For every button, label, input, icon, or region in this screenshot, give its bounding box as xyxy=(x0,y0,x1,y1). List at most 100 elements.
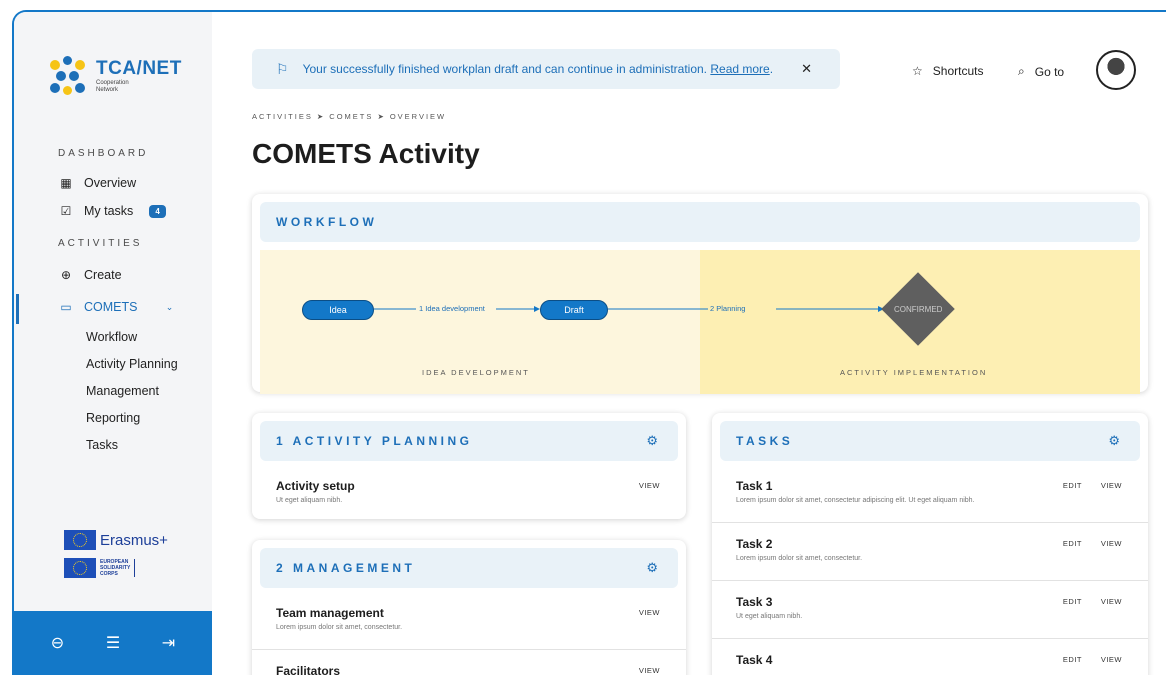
notice-period: . xyxy=(769,62,774,76)
goto-button[interactable]: ⌕ Go to xyxy=(1018,64,1064,79)
sidebar-item-overview[interactable]: ▦ Overview xyxy=(58,176,136,190)
edit-button[interactable]: EDIT xyxy=(1063,539,1082,548)
gear-icon[interactable]: ⚙ xyxy=(646,433,658,449)
success-notice: ⚐ Your successfully finished workplan dr… xyxy=(252,49,840,89)
plus-circle-icon: ⊕ xyxy=(60,268,72,282)
activity-planning-card: 1 ACTIVITY PLANNING ⚙ Activity setup Ut … xyxy=(252,413,686,519)
activity-planning-title: 1 ACTIVITY PLANNING xyxy=(276,434,473,448)
sidebar-subitem-workflow[interactable]: Workflow xyxy=(86,330,137,344)
management-header: 2 MANAGEMENT ⚙ xyxy=(260,548,678,588)
sidebar-subitem-activity-planning[interactable]: Activity Planning xyxy=(86,357,178,371)
row-desc: Ut eget aliquam nibh. xyxy=(736,613,803,620)
sidebar-item-comets[interactable]: ▭ COMETS ⌄ xyxy=(58,300,177,314)
shortcuts-button[interactable]: ☆ Shortcuts xyxy=(912,64,983,78)
app-frame: TCA/NET Cooperation Network DASHBOARD ▦ … xyxy=(12,10,1166,675)
row-title: Task 1 xyxy=(736,479,773,493)
eu-flag-icon xyxy=(64,530,96,550)
sidebar-footer: ⊖ ☰ ⇥ xyxy=(14,611,212,675)
page-title: COMETS Activity xyxy=(252,138,480,169)
sidebar-subitem-management[interactable]: Management xyxy=(86,384,159,398)
row-title: Task 3 xyxy=(736,595,773,609)
erasmus-label: Erasmus+ xyxy=(100,531,168,549)
edge-label-planning: 2 Planning xyxy=(710,304,746,313)
row-desc: Lorem ipsum dolor sit amet, consectetur … xyxy=(736,497,975,504)
logo-icon xyxy=(48,56,88,96)
close-icon[interactable]: ✕ xyxy=(801,61,812,77)
table-row: Task 3 Ut eget aliquam nibh. EDIT VIEW xyxy=(712,581,1148,639)
brand-subtitle-1: Cooperation xyxy=(96,80,129,86)
star-icon: ☆ xyxy=(912,64,923,78)
list-item: Activity setup Ut eget aliquam nibh. VIE… xyxy=(252,465,686,523)
back-icon[interactable]: ⊖ xyxy=(51,633,64,653)
esc-line-3: CORPS xyxy=(100,571,118,577)
grid-icon: ▦ xyxy=(60,176,72,190)
breadcrumb: ACTIVITIES ➤ COMETS ➤ OVERVIEW xyxy=(252,112,447,121)
sidebar-item-my-tasks[interactable]: ☑ My tasks 4 xyxy=(58,204,166,218)
table-row: Task 4 EDIT VIEW xyxy=(712,639,1148,675)
edit-button[interactable]: EDIT xyxy=(1063,597,1082,606)
view-button[interactable]: VIEW xyxy=(1101,481,1122,490)
management-card: 2 MANAGEMENT ⚙ Team management Lorem ips… xyxy=(252,540,686,675)
task-count-badge: 4 xyxy=(149,204,166,218)
node-idea[interactable]: Idea xyxy=(302,300,374,320)
chevron-down-icon[interactable]: ⌄ xyxy=(161,302,177,313)
esc-logo: EUROPEAN SOLIDARITY CORPS xyxy=(64,558,136,578)
eu-flag-icon xyxy=(64,558,96,578)
row-title: Team management xyxy=(276,606,384,620)
list-item: Team management Lorem ipsum dolor sit am… xyxy=(252,592,686,650)
edit-button[interactable]: EDIT xyxy=(1063,655,1082,664)
sidebar: TCA/NET Cooperation Network DASHBOARD ▦ … xyxy=(14,12,212,675)
view-button[interactable]: VIEW xyxy=(639,481,660,490)
workflow-edges xyxy=(374,306,884,312)
edit-button[interactable]: EDIT xyxy=(1063,481,1082,490)
activity-planning-header: 1 ACTIVITY PLANNING ⚙ xyxy=(260,421,678,461)
node-confirmed-label: CONFIRMED xyxy=(894,305,943,314)
row-title: Facilitators xyxy=(276,664,341,675)
sidebar-subitem-tasks[interactable]: Tasks xyxy=(86,438,118,452)
shortcuts-label: Shortcuts xyxy=(932,64,984,78)
view-button[interactable]: VIEW xyxy=(1101,539,1122,548)
view-button[interactable]: VIEW xyxy=(639,608,660,617)
row-desc: Lorem ipsum dolor sit amet, consectetur. xyxy=(736,555,863,562)
gear-icon[interactable]: ⚙ xyxy=(1108,433,1120,449)
node-draft[interactable]: Draft xyxy=(540,300,608,320)
tasks-card: TASKS ⚙ Task 1 Lorem ipsum dolor sit ame… xyxy=(712,413,1148,675)
list-item: Facilitators VIEW xyxy=(252,650,686,675)
read-more-link[interactable]: Read more xyxy=(710,62,769,76)
avatar[interactable] xyxy=(1096,50,1136,90)
row-desc: Ut eget aliquam nibh. xyxy=(276,497,343,504)
sidebar-item-label: My tasks xyxy=(84,204,134,218)
brand-subtitle-2: Network xyxy=(96,87,119,93)
gear-icon[interactable]: ⚙ xyxy=(646,560,658,576)
workflow-card: WORKFLOW IDEA DEVELOPMENT ACTIVITY IMPLE… xyxy=(252,194,1148,394)
notice-text: Your successfully finished workplan draf… xyxy=(302,62,708,76)
view-button[interactable]: VIEW xyxy=(1101,655,1122,664)
table-row: Task 2 Lorem ipsum dolor sit amet, conse… xyxy=(712,523,1148,581)
view-button[interactable]: VIEW xyxy=(639,666,660,675)
brand-logo[interactable]: TCA/NET Cooperation Network xyxy=(48,56,182,96)
flag-icon: ⚐ xyxy=(276,60,289,77)
tasks-header: TASKS ⚙ xyxy=(720,421,1140,461)
sidebar-item-label: Create xyxy=(84,268,122,282)
goto-label: Go to xyxy=(1034,64,1065,79)
search-icon: ⌕ xyxy=(1018,64,1025,78)
sidebar-item-label: COMETS xyxy=(84,300,138,314)
logout-icon[interactable]: ⇥ xyxy=(162,633,175,653)
erasmus-logo: Erasmus+ xyxy=(64,530,168,550)
sidebar-item-create[interactable]: ⊕ Create xyxy=(58,268,122,282)
section-dashboard: DASHBOARD xyxy=(58,148,149,159)
task-check-icon: ☑ xyxy=(60,204,72,218)
row-desc: Lorem ipsum dolor sit amet, consectetur. xyxy=(276,624,403,631)
section-activities: ACTIVITIES xyxy=(58,238,143,249)
row-title: Activity setup xyxy=(276,479,355,493)
management-title: 2 MANAGEMENT xyxy=(276,561,416,575)
sidebar-item-label: Overview xyxy=(84,176,137,190)
table-row: Task 1 Lorem ipsum dolor sit amet, conse… xyxy=(712,465,1148,523)
sidebar-subitem-reporting[interactable]: Reporting xyxy=(86,411,140,425)
settings-sliders-icon[interactable]: ☰ xyxy=(106,633,120,653)
edge-label-idea-development: 1 Idea development xyxy=(419,304,485,313)
view-button[interactable]: VIEW xyxy=(1101,597,1122,606)
row-title: Task 4 xyxy=(736,653,773,667)
active-indicator xyxy=(16,294,19,324)
tasks-title: TASKS xyxy=(736,434,794,448)
